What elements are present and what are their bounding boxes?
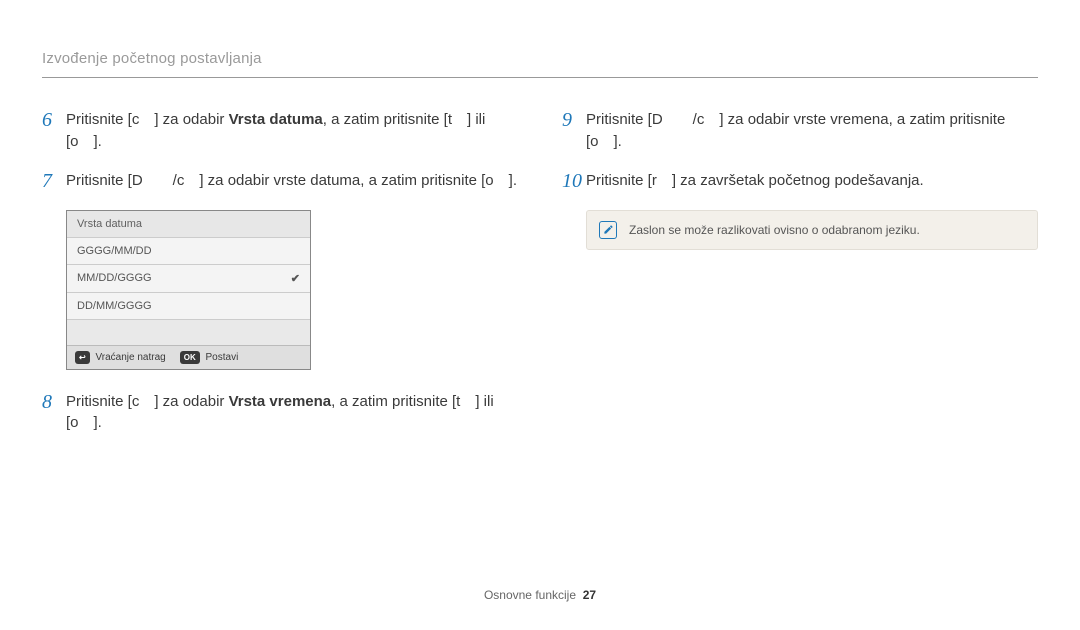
step-bold: Vrsta datuma xyxy=(229,111,323,128)
step-7: 7 Pritisnite [D /c ] za odabir vrste dat… xyxy=(42,167,518,196)
right-column: 9 Pritisnite [D /c ] za odabir vrste vre… xyxy=(562,106,1038,448)
menu-blank-row xyxy=(67,319,310,345)
step-6: 6 Pritisnite [c ] za odabir Vrsta datuma… xyxy=(42,106,518,153)
menu-footer: ↩ Vraćanje natrag OK Postavi xyxy=(67,345,310,369)
step-9: 9 Pritisnite [D /c ] za odabir vrste vre… xyxy=(562,106,1038,153)
footer-label: Osnovne funkcije xyxy=(484,588,576,602)
left-column: 6 Pritisnite [c ] za odabir Vrsta datuma… xyxy=(42,106,518,448)
page-number: 27 xyxy=(583,588,596,602)
step-text: Pritisnite [c ] za odabir Vrsta datuma, … xyxy=(66,106,518,153)
content-columns: 6 Pritisnite [c ] za odabir Vrsta datuma… xyxy=(42,106,1038,448)
step-number: 8 xyxy=(42,388,66,417)
back-hint: ↩ Vraćanje natrag xyxy=(75,351,166,364)
info-note: Zaslon se može razlikovati ovisno o odab… xyxy=(586,210,1038,250)
back-key-icon: ↩ xyxy=(75,351,90,364)
step-number: 9 xyxy=(562,106,586,135)
ok-label: Postavi xyxy=(206,352,239,363)
step-text: Pritisnite [D /c ] za odabir vrste datum… xyxy=(66,167,518,192)
step-number: 6 xyxy=(42,106,66,135)
step-8: 8 Pritisnite [c ] za odabir Vrsta vremen… xyxy=(42,388,518,435)
ok-hint: OK Postavi xyxy=(180,351,239,364)
menu-option-1[interactable]: GGGG/MM/DD xyxy=(67,237,310,264)
step-pre: Pritisnite [c ] za odabir xyxy=(66,393,229,410)
step-number: 7 xyxy=(42,167,66,196)
step-pre: Pritisnite [c ] za odabir xyxy=(66,111,229,128)
option-label: DD/MM/GGGG xyxy=(77,300,152,312)
menu-option-3[interactable]: DD/MM/GGGG xyxy=(67,292,310,319)
back-label: Vraćanje natrag xyxy=(95,352,165,363)
check-icon: ✔ xyxy=(291,272,300,285)
menu-title: Vrsta datuma xyxy=(67,211,310,237)
menu-option-2[interactable]: MM/DD/GGGG ✔ xyxy=(67,264,310,292)
section-header: Izvođenje početnog postavljanja xyxy=(42,50,1038,78)
option-label: MM/DD/GGGG xyxy=(77,272,152,284)
ok-key-icon: OK xyxy=(180,351,200,364)
step-number: 10 xyxy=(562,167,586,196)
note-text: Zaslon se može razlikovati ovisno o odab… xyxy=(629,223,920,237)
step-text: Pritisnite [D /c ] za odabir vrste vreme… xyxy=(586,106,1038,153)
step-text: Pritisnite [c ] za odabir Vrsta vremena,… xyxy=(66,388,518,435)
step-10: 10 Pritisnite [r ] za završetak početnog… xyxy=(562,167,1038,196)
step-text: Pritisnite [r ] za završetak početnog po… xyxy=(586,167,1038,192)
option-label: GGGG/MM/DD xyxy=(77,245,152,257)
page-footer: Osnovne funkcije 27 xyxy=(0,588,1080,602)
date-type-menu: Vrsta datuma GGGG/MM/DD MM/DD/GGGG ✔ DD/… xyxy=(66,210,311,370)
note-icon xyxy=(599,221,617,239)
step-bold: Vrsta vremena xyxy=(229,393,332,410)
